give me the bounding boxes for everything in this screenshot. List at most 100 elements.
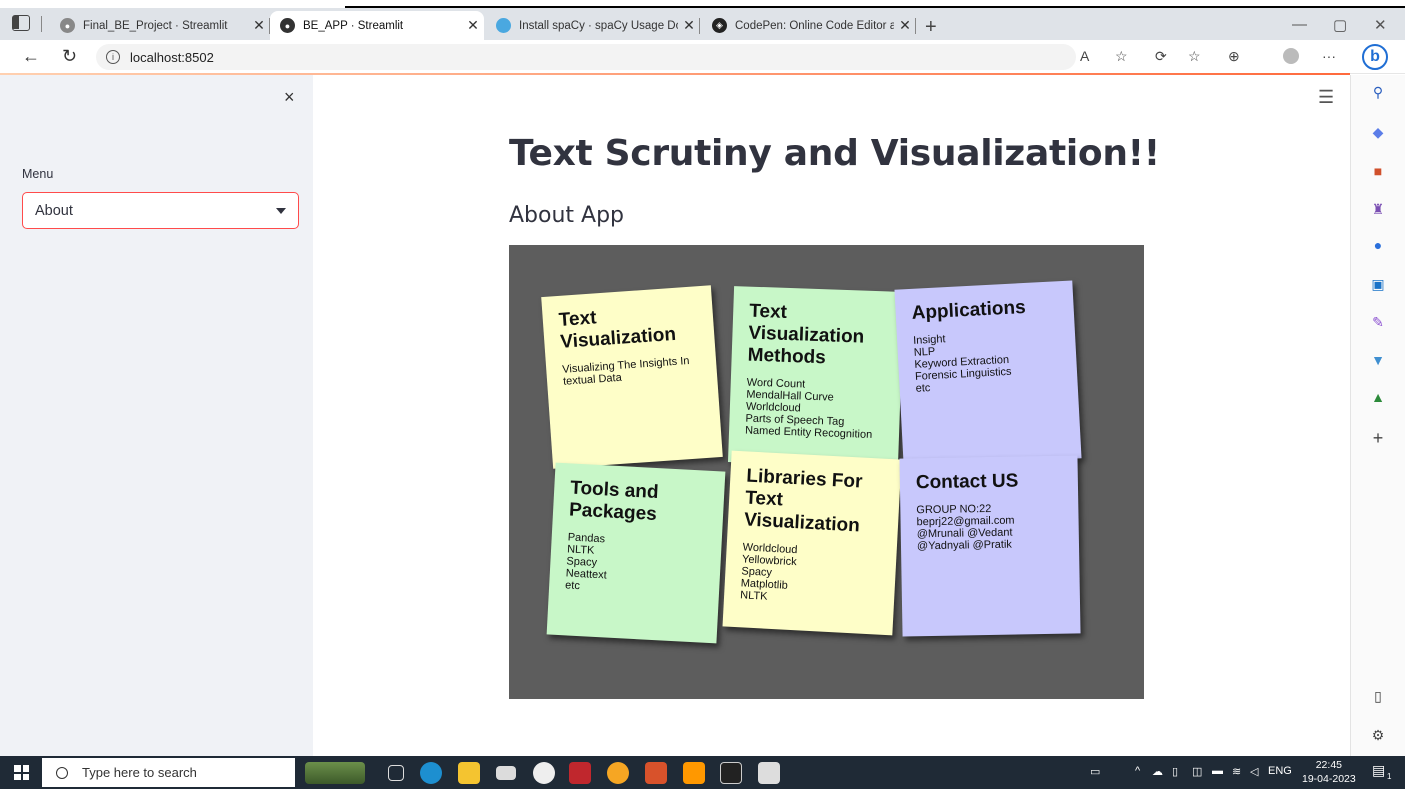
tab-close-icon[interactable]: ✕ [894, 17, 916, 34]
chrome-icon[interactable] [607, 762, 629, 784]
note-title: Methods [747, 344, 827, 369]
volume-icon[interactable]: ◁ [1250, 765, 1258, 778]
language-indicator[interactable]: ENG [1268, 765, 1292, 777]
sticky-note-visualization-methods: Text Visualization Methods Word Count Mend… [727, 286, 905, 468]
streamlit-favicon-icon: ● [280, 18, 295, 33]
search-icon [56, 766, 68, 779]
notification-count: 1 [1387, 772, 1392, 781]
outlook-icon[interactable]: ▣ [1369, 275, 1387, 293]
spacy-favicon-icon [496, 18, 511, 33]
mcafee-icon[interactable] [569, 762, 591, 784]
edge-browser-icon[interactable] [420, 762, 442, 784]
streamlit-favicon-icon: ● [60, 18, 75, 33]
github-icon[interactable] [533, 762, 555, 784]
tab-close-icon[interactable]: ✕ [248, 17, 270, 34]
url-input[interactable]: i localhost:8502 [96, 44, 1076, 70]
note-title: Text [744, 487, 784, 511]
chevron-down-icon [276, 208, 286, 214]
sublime-text-icon[interactable] [683, 762, 705, 784]
tab-close-icon[interactable]: ✕ [462, 17, 484, 34]
note-title: Applications [911, 296, 1027, 324]
url-text: localhost:8502 [130, 49, 214, 65]
tree-icon[interactable]: ▲ [1369, 388, 1387, 406]
close-window-icon[interactable]: ✕ [1374, 16, 1387, 34]
note-title: Visualization [743, 509, 861, 537]
sticky-notes-image: Text Visualization Visualizing The Insigh… [509, 245, 1144, 699]
favorites-list-icon[interactable]: ☆ [1188, 48, 1201, 65]
maximize-icon[interactable]: ▢ [1333, 16, 1347, 34]
tab-title: CodePen: Online Code Editor anc [735, 19, 894, 32]
terminal-icon[interactable] [720, 762, 742, 784]
notifications-icon[interactable]: ▤ [1372, 762, 1385, 779]
sticky-note-text-visualization: Text Visualization Visualizing The Insigh… [541, 285, 723, 469]
menu-select[interactable]: About [22, 192, 299, 229]
windows-taskbar: Type here to search ▭ ^ ☁ ▯ ◫ ▬ ≋ ◁ ENG … [0, 756, 1405, 789]
taskbar-search-input[interactable]: Type here to search [42, 758, 295, 787]
collections-icon[interactable]: ⊕ [1228, 48, 1240, 65]
browser-side-panel: ⚲ ◆ ■ ♜ ● ▣ ✎ ▼ ▲ + ▯ ⚙ [1350, 75, 1405, 756]
favorite-star-icon[interactable]: ☆ [1115, 48, 1128, 65]
top-overlay-strip [0, 0, 1405, 8]
settings-gear-icon[interactable]: ⚙ [1369, 726, 1387, 744]
read-aloud-icon[interactable]: A [1080, 48, 1089, 64]
extensions-icon[interactable]: ⟳ [1155, 48, 1167, 65]
tray-overflow-icon[interactable]: ^ [1135, 765, 1140, 777]
drop-icon[interactable]: ▼ [1369, 351, 1387, 369]
tab-install-spacy[interactable]: Install spaCy · spaCy Usage Docu ✕ [486, 11, 700, 40]
tab-title: Final_BE_Project · Streamlit [83, 19, 228, 32]
menu-label: Menu [22, 167, 54, 181]
back-icon[interactable]: ← [22, 46, 40, 67]
photos-icon[interactable] [758, 762, 780, 784]
file-explorer-icon[interactable] [458, 762, 480, 784]
battery-icon[interactable]: ▯ [1172, 765, 1178, 778]
tab-title: Install spaCy · spaCy Usage Docu [519, 19, 678, 32]
designer-icon[interactable]: ✎ [1369, 313, 1387, 331]
section-title: About App [509, 203, 625, 228]
windows-start-icon[interactable] [14, 765, 29, 780]
wifi-icon[interactable]: ≋ [1232, 765, 1241, 778]
display-icon[interactable]: ▬ [1212, 765, 1223, 777]
tab-final-be-project[interactable]: ● Final_BE_Project · Streamlit ✕ [50, 11, 270, 40]
close-sidebar-icon[interactable]: × [284, 87, 295, 108]
games-icon[interactable]: ♜ [1369, 200, 1387, 218]
tablet-mode-icon[interactable]: ▭ [1090, 765, 1100, 778]
note-title: Text [558, 307, 598, 331]
weather-widget-icon[interactable] [305, 762, 365, 784]
note-title: Text [748, 300, 788, 323]
tab-codepen[interactable]: ◈ CodePen: Online Code Editor anc ✕ [702, 11, 916, 40]
tools-briefcase-icon[interactable]: ■ [1369, 162, 1387, 180]
main-content: ☰ Text Scrutiny and Visualization!! Abou… [313, 75, 1350, 756]
microsoft-365-icon[interactable]: ● [1369, 236, 1387, 254]
sidebar-toggle-icon[interactable]: ▯ [1369, 687, 1387, 705]
menu-selected-value: About [35, 202, 73, 219]
system-clock[interactable]: 22:45 19-04-2023 [1302, 758, 1356, 786]
cloud-icon[interactable]: ☁ [1152, 765, 1163, 778]
task-view-icon[interactable] [388, 765, 404, 781]
site-info-icon[interactable]: i [106, 50, 120, 64]
profile-avatar-icon[interactable] [1283, 48, 1299, 64]
tab-divider [915, 18, 916, 34]
search-icon[interactable]: ⚲ [1369, 83, 1387, 101]
office-icon[interactable] [645, 762, 667, 784]
minimize-icon[interactable]: — [1292, 16, 1307, 33]
tab-divider [699, 18, 700, 34]
shopping-tag-icon[interactable]: ◆ [1369, 123, 1387, 141]
sticky-note-tools-packages: Tools and Packages Pandas NLTK Spacy Neat… [546, 462, 726, 644]
browser-tab-bar: ● Final_BE_Project · Streamlit ✕ ● BE_AP… [0, 8, 1405, 40]
network-icon[interactable]: ◫ [1192, 765, 1202, 778]
more-menu-icon[interactable]: ··· [1322, 48, 1336, 64]
clock-time: 22:45 [1315, 759, 1342, 771]
add-icon[interactable]: + [1369, 429, 1387, 447]
hamburger-menu-icon[interactable]: ☰ [1318, 87, 1334, 108]
mail-icon[interactable] [496, 766, 516, 780]
page-title: Text Scrutiny and Visualization!! [509, 133, 1160, 174]
codepen-favicon-icon: ◈ [712, 18, 727, 33]
search-placeholder: Type here to search [82, 765, 197, 780]
bing-chat-button[interactable]: b [1362, 44, 1388, 70]
note-title: Contact US [915, 470, 1019, 494]
tab-be-app[interactable]: ● BE_APP · Streamlit ✕ [270, 11, 484, 40]
tab-close-icon[interactable]: ✕ [678, 17, 700, 34]
tab-actions-icon[interactable] [12, 15, 30, 31]
refresh-icon[interactable]: ↻ [62, 46, 77, 67]
new-tab-button[interactable]: + [925, 16, 937, 38]
